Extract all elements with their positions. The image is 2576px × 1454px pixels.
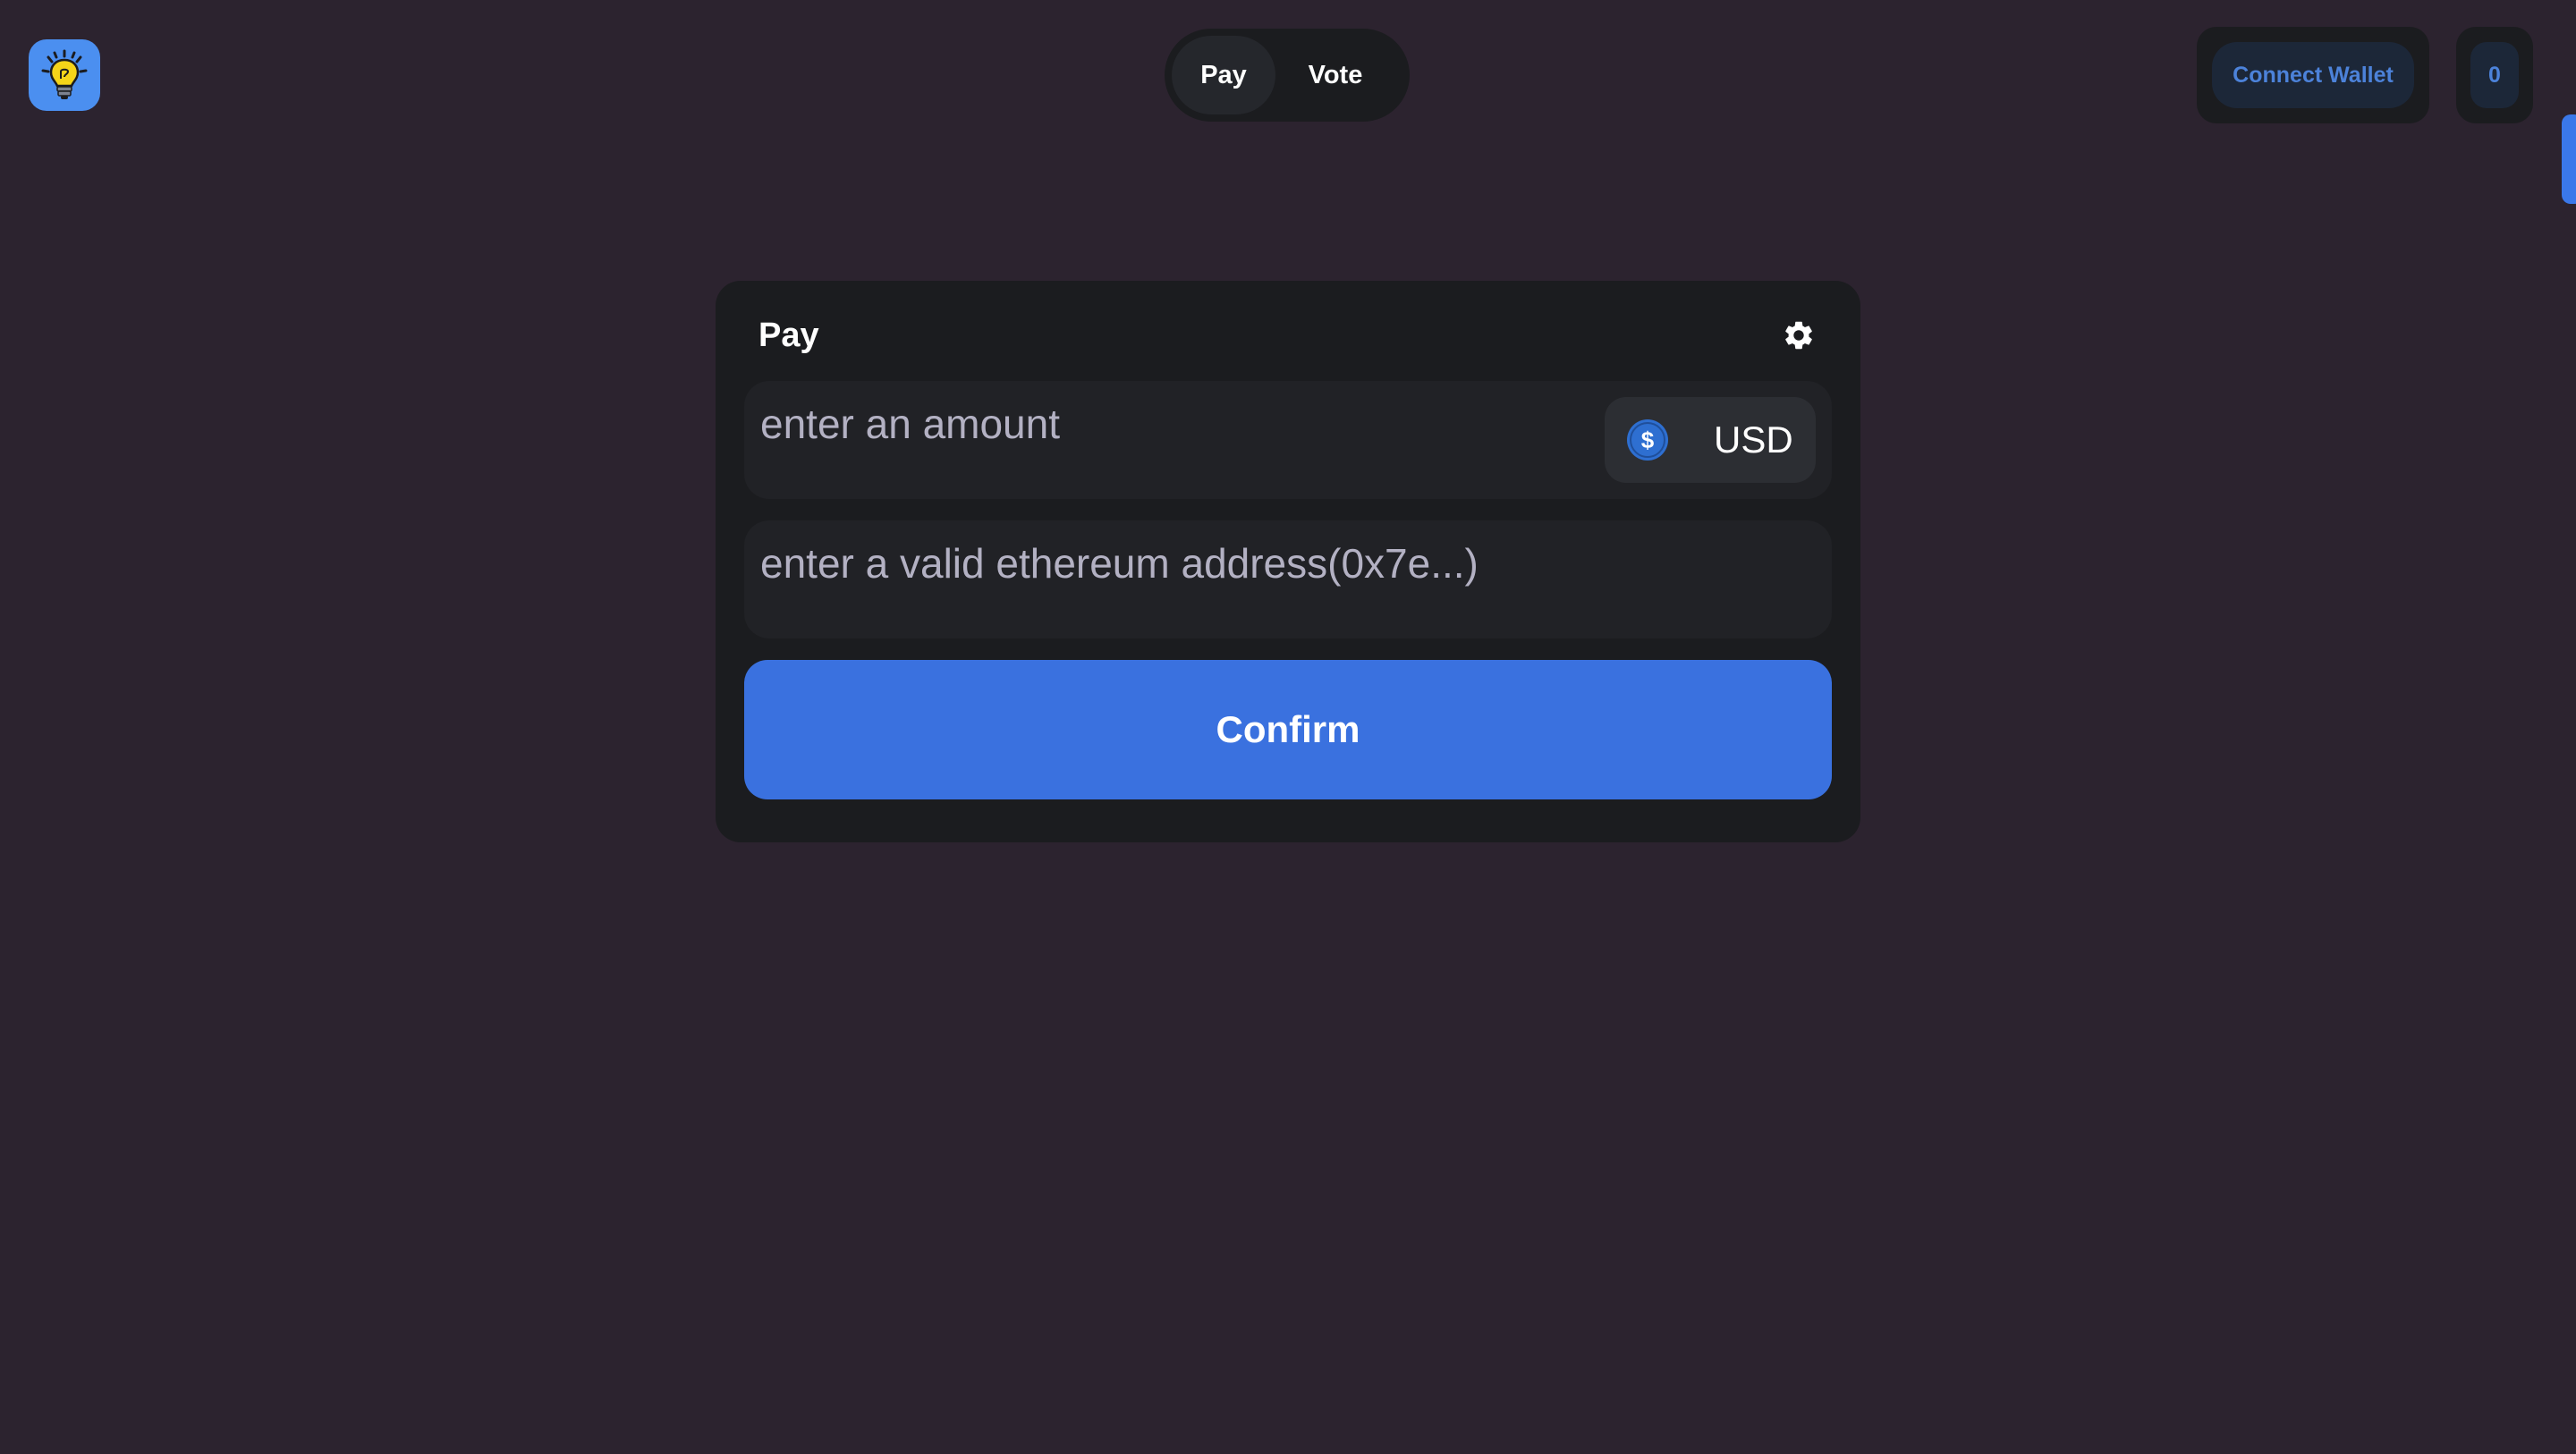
lightbulb-icon — [41, 49, 88, 99]
address-input[interactable] — [760, 535, 1798, 592]
svg-text:$: $ — [1641, 427, 1655, 453]
counter-container: 0 — [2456, 27, 2533, 123]
amount-input[interactable] — [760, 395, 1565, 452]
currency-selector[interactable]: $ USD — [1605, 397, 1816, 483]
amount-field: $ USD — [744, 381, 1832, 499]
currency-label: USD — [1714, 418, 1793, 461]
app-logo[interactable] — [29, 39, 100, 111]
card-title: Pay — [758, 317, 819, 354]
nav-toggle: Pay Vote — [1165, 29, 1410, 122]
app-page: Pay Vote Connect Wallet 0 Pay $ USD — [0, 0, 2576, 1454]
gear-icon[interactable] — [1782, 318, 1816, 352]
tab-vote[interactable]: Vote — [1275, 36, 1395, 114]
connect-wallet-button[interactable]: Connect Wallet — [2212, 42, 2414, 108]
counter-badge[interactable]: 0 — [2470, 42, 2519, 108]
side-edge-tab[interactable] — [2562, 114, 2576, 204]
dollar-icon: $ — [1627, 419, 1668, 461]
tab-pay[interactable]: Pay — [1172, 36, 1275, 114]
wallet-container: Connect Wallet — [2197, 27, 2429, 123]
pay-card: Pay $ USD Confirm — [716, 281, 1860, 842]
confirm-button[interactable]: Confirm — [744, 660, 1832, 799]
address-field — [744, 520, 1832, 638]
